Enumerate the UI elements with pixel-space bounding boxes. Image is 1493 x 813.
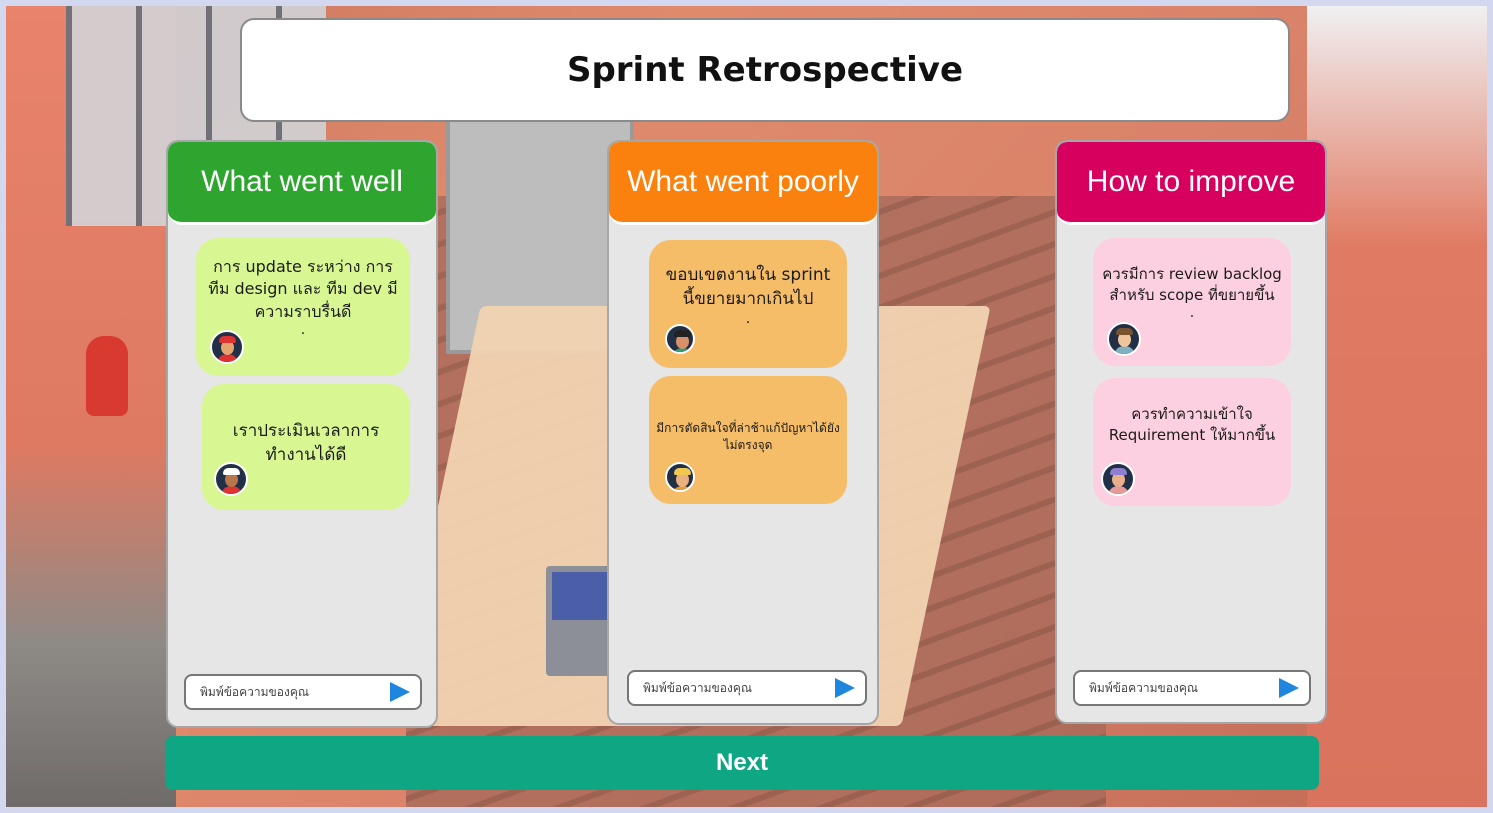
note-text: ขอบเขตงานใน sprint นี้ขยายมากเกินไป xyxy=(665,265,831,309)
note-dot: . xyxy=(745,310,751,327)
note-card[interactable]: การ update ระหว่าง การทีม design และ ทีม… xyxy=(196,238,410,376)
note-text: เราประเมินเวลาการทำงานได้ดี xyxy=(232,421,380,465)
column-went-poorly: What went poorly ขอบเขตงานใน sprint นี้ข… xyxy=(607,140,879,725)
send-icon[interactable] xyxy=(1279,678,1299,698)
note-text: การ update ระหว่าง การทีม design และ ทีม… xyxy=(208,257,398,321)
note-text: ควรทำความเข้าใจ Requirement ให้มากขึ้น xyxy=(1108,405,1276,444)
user-avatar xyxy=(210,330,244,364)
message-input[interactable] xyxy=(1087,680,1273,696)
user-avatar xyxy=(665,324,695,354)
note-card[interactable]: ควรมีการ review backlog สำหรับ scope ที่… xyxy=(1093,238,1291,366)
column-went-well: What went well การ update ระหว่าง การทีม… xyxy=(166,140,438,728)
send-icon[interactable] xyxy=(390,682,410,702)
message-input[interactable] xyxy=(641,680,829,696)
column-header-went-poorly: What went poorly xyxy=(609,142,877,225)
message-input-row xyxy=(627,670,867,706)
message-input[interactable] xyxy=(198,684,384,700)
note-text: มีการตัดสินใจที่ล่าช้าแก้ปัญหาได้ยังไม่ต… xyxy=(656,421,840,452)
note-card[interactable]: ควรทำความเข้าใจ Requirement ให้มากขึ้น xyxy=(1093,378,1291,506)
next-button[interactable]: Next xyxy=(165,736,1319,790)
note-text: ควรมีการ review backlog สำหรับ scope ที่… xyxy=(1102,265,1282,304)
user-avatar xyxy=(1107,322,1141,356)
column-how-to-improve: How to improve ควรมีการ review backlog ส… xyxy=(1055,140,1327,724)
user-avatar xyxy=(665,462,695,492)
column-title: What went poorly xyxy=(627,165,859,198)
user-avatar xyxy=(214,462,248,496)
note-card[interactable]: ขอบเขตงานใน sprint นี้ขยายมากเกินไป . xyxy=(649,240,847,368)
user-avatar xyxy=(1101,462,1135,496)
column-header-went-well: What went well xyxy=(168,142,436,225)
right-wall xyxy=(1307,6,1487,807)
note-card[interactable]: เราประเมินเวลาการทำงานได้ดี xyxy=(202,384,410,510)
page-title: Sprint Retrospective xyxy=(566,50,964,90)
title-bar: Sprint Retrospective xyxy=(240,18,1290,122)
column-title: What went well xyxy=(201,165,403,198)
message-input-row xyxy=(184,674,422,710)
note-card[interactable]: มีการตัดสินใจที่ล่าช้าแก้ปัญหาได้ยังไม่ต… xyxy=(649,376,847,504)
send-icon[interactable] xyxy=(835,678,855,698)
fire-extinguisher xyxy=(86,336,128,416)
column-title: How to improve xyxy=(1086,165,1296,198)
column-header-how-to-improve: How to improve xyxy=(1057,142,1325,225)
note-dot: . xyxy=(1189,305,1195,321)
message-input-row xyxy=(1073,670,1311,706)
